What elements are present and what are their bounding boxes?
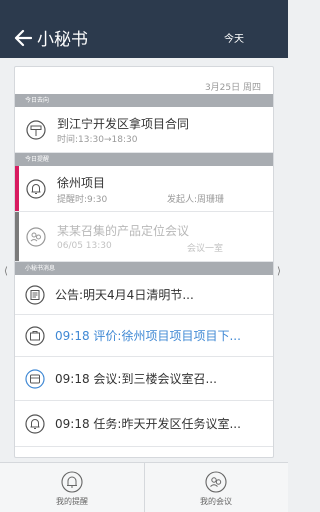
bell-icon — [61, 471, 83, 493]
reminder-item[interactable]: 徐州项目 提醒时:9:30 发起人:周珊珊 — [15, 166, 273, 212]
reminder-accent-bar — [15, 166, 19, 211]
task-bell-icon — [25, 414, 45, 434]
tab-label: 我的会议 — [200, 497, 232, 506]
trip-time: 时间:13:30→18:30 — [57, 135, 138, 145]
meeting-message-icon — [25, 369, 45, 389]
message-text: 09:18 会议:到三楼会议室召... — [55, 372, 217, 386]
section-header-reminder: 今日提醒 — [15, 153, 273, 166]
page-title: 小秘书 — [37, 30, 88, 50]
reminder-title: 徐州项目 — [57, 176, 106, 190]
reminder-time: 提醒时:9:30 — [57, 195, 108, 205]
section-header-messages: 小秘书消息 — [15, 262, 273, 275]
message-text: 09:18 任务:昨天开发区任务议室... — [55, 417, 241, 431]
date-label: 3月25日 周四 — [204, 83, 261, 93]
meeting-room: 会议一室 — [187, 244, 224, 254]
section-header-trip: 今日去向 — [15, 94, 273, 107]
secretary-card: 3月25日 周四 今日去向 到江宁开发区拿项目合同 时间:13:30→18:30… — [14, 66, 274, 458]
review-icon — [25, 326, 45, 346]
today-button[interactable]: 今天 — [224, 33, 244, 47]
message-item-task[interactable]: 09:18 任务:昨天开发区任务议室... — [15, 401, 273, 447]
meeting-reminder-item[interactable]: 某某召集的产品定位会议 06/05 13:30 会议一室 — [15, 212, 273, 262]
reminder-initiator: 发起人:周珊珊 — [167, 195, 225, 205]
meeting-datetime: 06/05 13:30 — [57, 241, 112, 251]
next-arrow-icon[interactable]: ⟩ — [277, 266, 281, 277]
prev-arrow-icon[interactable]: ⟨ — [4, 266, 8, 277]
meeting-title: 某某召集的产品定位会议 — [57, 224, 190, 238]
message-item-meeting[interactable]: 09:18 会议:到三楼会议室召... — [15, 357, 273, 401]
message-text: 09:18 评价:徐州项目项目项目下... — [55, 329, 241, 343]
trip-title: 到江宁开发区拿项目合同 — [57, 117, 190, 131]
tab-label: 我的提醒 — [56, 497, 88, 506]
notice-icon — [25, 285, 45, 305]
top-bar: 小秘书 今天 — [0, 0, 288, 58]
message-item-review[interactable]: 09:18 评价:徐州项目项目项目下... — [15, 315, 273, 357]
meeting-accent-bar — [15, 212, 19, 261]
back-arrow-icon[interactable] — [14, 29, 32, 47]
bottom-tab-bar: 我的提醒 我的会议 — [0, 462, 288, 512]
signpost-icon — [26, 120, 46, 140]
meeting-icon — [26, 227, 46, 247]
message-item-notice[interactable]: 公告:明天4月4日清明节... — [15, 275, 273, 315]
meeting-icon — [205, 471, 227, 493]
tab-my-meetings[interactable]: 我的会议 — [144, 463, 288, 512]
tab-my-reminders[interactable]: 我的提醒 — [0, 463, 144, 512]
message-text: 公告:明天4月4日清明节... — [55, 288, 194, 302]
trip-item[interactable]: 到江宁开发区拿项目合同 时间:13:30→18:30 — [15, 107, 273, 153]
bell-icon — [26, 179, 46, 199]
